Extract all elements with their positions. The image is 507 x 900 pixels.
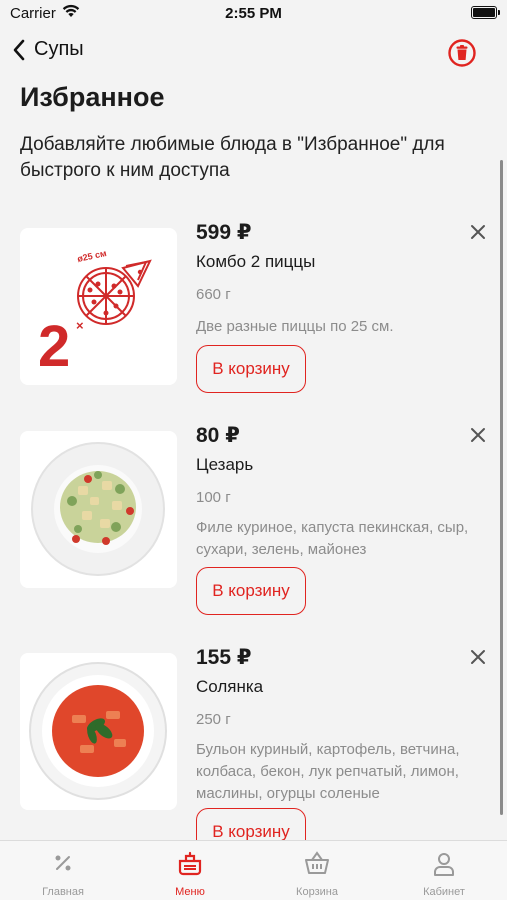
item-name: Цезарь <box>196 455 254 474</box>
item-description: Бульон куриный, картофель, ветчина, колб… <box>196 741 460 802</box>
tab-label: Кабинет <box>423 886 465 898</box>
tab-home[interactable]: Главная <box>0 841 126 900</box>
remove-favorite-icon[interactable] <box>468 647 488 667</box>
tab-label: Корзина <box>296 886 338 898</box>
back-button[interactable]: Супы <box>12 38 84 61</box>
pizza-combo-illustration: 2 × ø25 см <box>38 248 152 379</box>
item-price: 80 ₽ <box>196 424 240 447</box>
user-icon <box>434 853 454 876</box>
basket-icon <box>305 851 329 874</box>
tab-cart[interactable]: Корзина <box>254 841 380 900</box>
add-to-cart-button[interactable]: В корзину <box>196 345 306 393</box>
tab-menu[interactable]: Меню <box>127 841 253 900</box>
item-description: Филе куриное, капуста пекинская, сыр, су… <box>196 519 469 558</box>
battery-icon <box>471 6 500 19</box>
item-name: Солянка <box>196 677 264 696</box>
navigation-bar: Супы <box>0 30 507 76</box>
item-weight: 100 г <box>196 489 231 506</box>
chevron-left-icon <box>13 39 25 60</box>
back-button-label: Супы <box>34 38 84 60</box>
item-weight: 660 г <box>196 286 231 303</box>
scroll-indicator[interactable] <box>500 160 503 815</box>
tab-bar: Главная Меню Корзина Кабинет <box>0 840 507 900</box>
pizza-combo-image[interactable]: 2 × ø25 см <box>20 228 177 385</box>
pizza-combo-badge-number: 2 <box>38 314 70 379</box>
solyanka-soup-illustration <box>29 662 167 800</box>
item-price: 155 ₽ <box>196 646 252 669</box>
pizza-size-text: ø25 см <box>76 248 107 264</box>
remove-favorite-icon[interactable] <box>468 222 488 242</box>
status-time: 2:55 PM <box>225 5 282 22</box>
tab-label: Меню <box>175 886 205 898</box>
percent-icon <box>55 855 71 871</box>
solyanka-soup-image[interactable] <box>20 653 177 810</box>
remove-favorite-icon[interactable] <box>468 425 488 445</box>
page-subtitle: Добавляйте любимые блюда в "Избранное" д… <box>20 134 445 181</box>
item-price: 599 ₽ <box>196 221 252 244</box>
tab-account[interactable]: Кабинет <box>381 841 507 900</box>
add-to-cart-button[interactable]: В корзину <box>196 567 306 615</box>
caesar-salad-image[interactable] <box>20 431 177 588</box>
page-title: Избранное <box>20 82 165 112</box>
menu-dish-icon <box>178 851 202 876</box>
trash-icon[interactable] <box>447 38 477 68</box>
item-name: Комбо 2 пиццы <box>196 252 316 271</box>
item-description: Две разные пиццы по 25 см. <box>196 318 394 335</box>
item-weight: 250 г <box>196 711 231 728</box>
svg-text:×: × <box>76 318 84 333</box>
status-bar: Carrier 2:55 PM <box>0 0 507 30</box>
tab-label: Главная <box>42 886 84 898</box>
caesar-salad-illustration <box>31 442 165 576</box>
